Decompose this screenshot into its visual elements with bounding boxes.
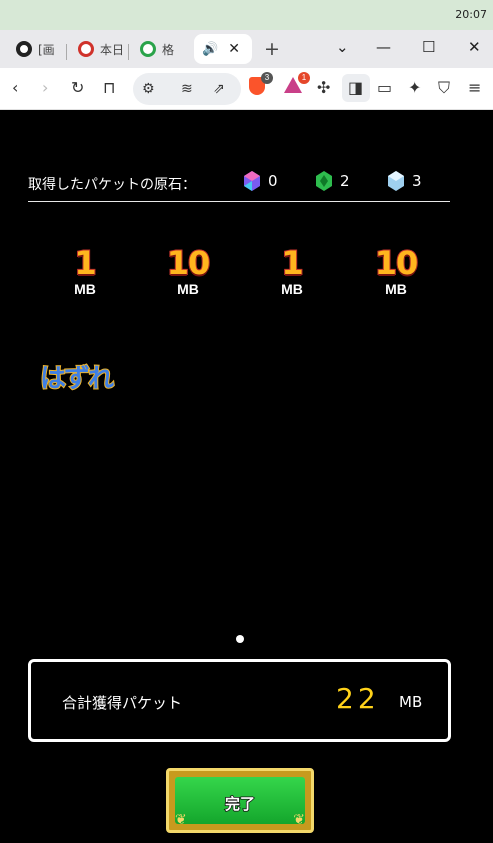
tab-1-favicon — [16, 41, 32, 57]
leo-ai-icon[interactable]: ✦ — [408, 78, 421, 98]
menu-icon[interactable]: ≡ — [468, 78, 481, 98]
total-label: 合計獲得パケット — [62, 694, 183, 712]
sidebar-toggle-button[interactable]: ◨ — [342, 74, 370, 102]
new-tab-icon[interactable]: + — [264, 38, 280, 60]
tab-1[interactable]: [画 — [8, 34, 60, 64]
crystal-gem-value: 3 — [412, 172, 422, 190]
browser-tab-bar: [画 本日 格 🔊 ✕ + ⌄ — ☐ ✕ — [0, 30, 493, 68]
miss-label: はずれ — [39, 363, 115, 395]
site-settings-icon[interactable]: ⚙ — [142, 79, 155, 99]
tab-separator — [66, 44, 67, 60]
clock: 20:07 — [455, 8, 487, 21]
packet-unit: MB — [385, 281, 407, 297]
packet-amount: 1 — [280, 244, 304, 282]
packet-unit: MB — [177, 281, 199, 297]
rainbow-gem-value: 0 — [268, 172, 278, 190]
wallet-icon[interactable]: ▭ — [377, 78, 392, 98]
reload-icon[interactable]: ↻ — [71, 78, 84, 98]
tab-1-title: [画 — [38, 42, 55, 57]
bookmark-icon[interactable]: ⊓ — [103, 78, 115, 98]
tab-separator — [128, 44, 129, 60]
tab-list-chevron-icon[interactable]: ⌄ — [336, 38, 349, 56]
packet-amount: 1 — [73, 244, 97, 282]
total-packets-panel: 合計獲得パケット 22 MB — [28, 659, 451, 742]
stones-summary: 取得したパケットの原石： 0 2 3 — [28, 168, 450, 202]
tab-active[interactable]: 🔊 ✕ — [194, 34, 252, 64]
done-button[interactable]: 完了 ❦ ❦ — [166, 768, 314, 833]
brave-shield-icon[interactable]: 3 — [249, 72, 273, 100]
crystal-gem-icon — [388, 171, 404, 191]
sidebar-icon: ◨ — [348, 78, 364, 97]
rewards-badge: 1 — [298, 72, 310, 84]
extensions-icon[interactable]: ✣ — [317, 78, 330, 98]
minimize-icon[interactable]: — — [376, 38, 391, 56]
done-button-face: 完了 — [175, 777, 305, 824]
rewards-icon[interactable]: 1 — [284, 72, 310, 98]
packet-unit: MB — [74, 281, 96, 297]
packet-result: 1 MB — [252, 244, 332, 297]
packet-result: 1 MB — [45, 244, 125, 297]
tab-2[interactable]: 本日 — [70, 34, 122, 64]
vpn-icon[interactable]: ⛉ — [438, 78, 450, 98]
maximize-icon[interactable]: ☐ — [422, 38, 435, 56]
packet-unit: MB — [281, 281, 303, 297]
crystal-gem-count: 3 — [388, 171, 422, 191]
speaker-icon[interactable]: 🔊 — [202, 42, 218, 57]
packet-amount: 10 — [374, 244, 420, 282]
done-button-label: 完了 — [224, 794, 256, 814]
back-icon[interactable]: ‹ — [12, 78, 18, 98]
right-ornament-icon: ❦ — [293, 812, 305, 828]
tab-3-favicon — [140, 41, 156, 57]
packet-result: 10 MB — [148, 244, 228, 297]
total-unit: MB — [399, 693, 423, 711]
browser-toolbar: ‹ › ↻ ⊓ ⚙ ≋ ⇗ 3 1 ✣ ◨ ▭ ✦ ⛉ ≡ — [0, 68, 493, 110]
page-indicator-dot[interactable] — [236, 635, 244, 643]
forward-icon[interactable]: › — [42, 78, 48, 98]
stones-label: 取得したパケットの原石： — [28, 177, 196, 193]
packet-result: 10 MB — [356, 244, 436, 297]
tab-2-favicon — [78, 41, 94, 57]
address-bar[interactable]: ⚙ ≋ ⇗ — [133, 73, 241, 105]
close-window-icon[interactable]: ✕ — [468, 38, 481, 56]
rainbow-gem-icon — [244, 171, 260, 191]
no-signal-icon[interactable]: ≋ — [181, 79, 193, 99]
tab-2-title: 本日 — [100, 42, 122, 57]
packet-amount: 10 — [166, 244, 212, 282]
close-tab-icon[interactable]: ✕ — [228, 41, 240, 57]
green-gem-value: 2 — [340, 172, 350, 190]
share-icon[interactable]: ⇗ — [213, 79, 225, 99]
tab-3-title: 格 — [162, 42, 175, 57]
system-status-bar: 20:07 — [0, 0, 493, 30]
green-gem-count: 2 — [316, 171, 350, 191]
tab-3[interactable]: 格 — [132, 34, 184, 64]
total-value: 22 — [336, 682, 380, 715]
rainbow-gem-count: 0 — [244, 171, 278, 191]
left-ornament-icon: ❦ — [175, 812, 187, 828]
green-gem-icon — [316, 171, 332, 191]
brave-shield-badge: 3 — [261, 72, 273, 84]
